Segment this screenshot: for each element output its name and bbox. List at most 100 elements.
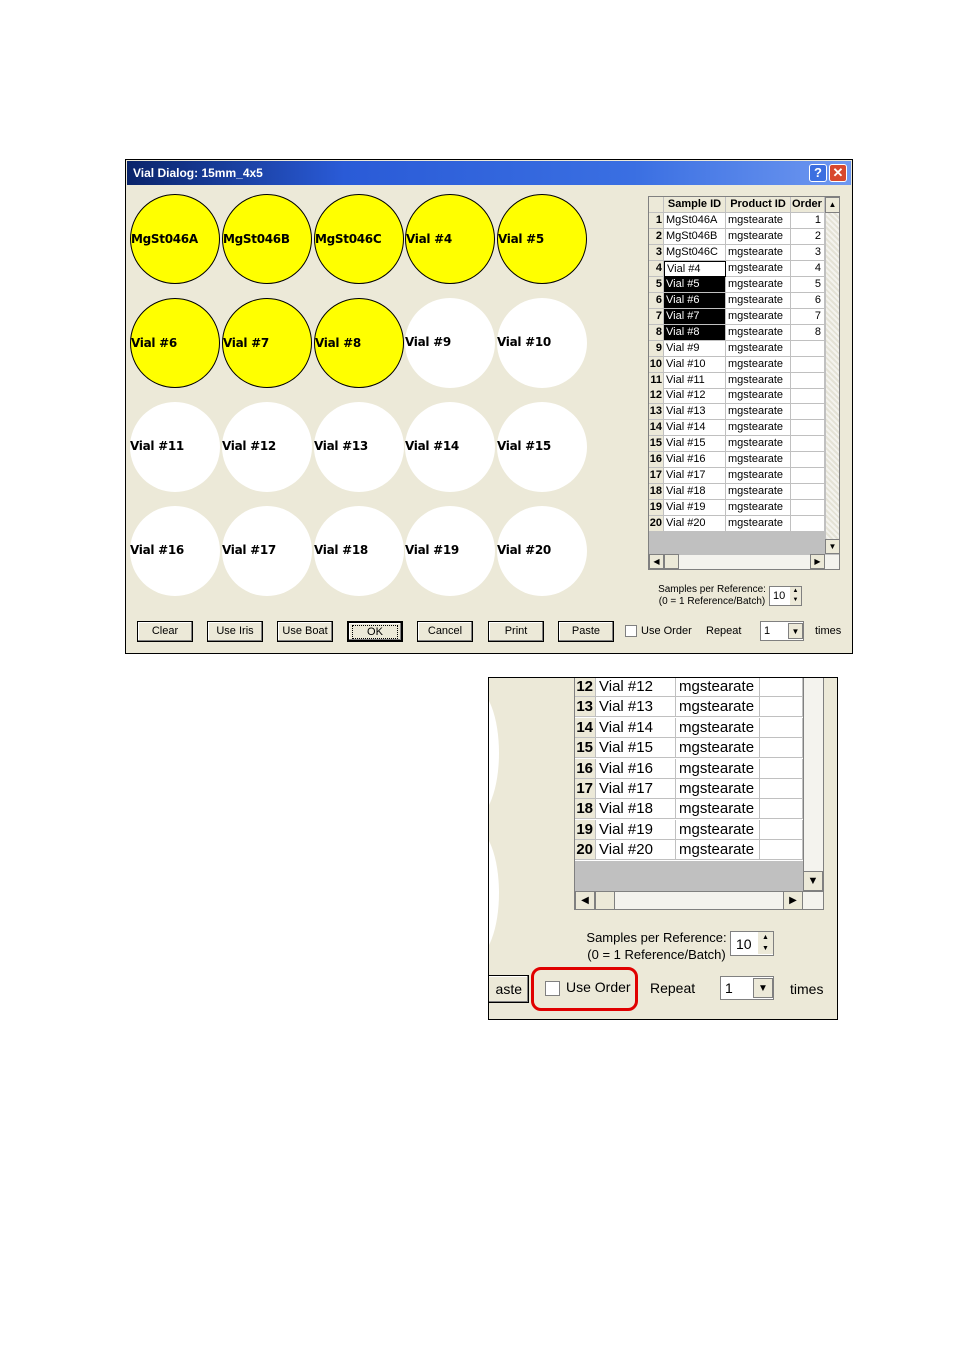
zoom-scroll-thumb[interactable] — [595, 891, 615, 909]
vial[interactable]: Vial #6 — [130, 298, 220, 388]
sample-id-cell[interactable]: Vial #8 — [664, 324, 726, 341]
vial[interactable]: Vial #20 — [497, 506, 587, 596]
scroll-down-arrow-icon[interactable]: ▼ — [825, 539, 839, 554]
order-cell[interactable] — [791, 484, 825, 501]
sample-id-cell[interactable]: MgSt046C — [664, 244, 726, 261]
product-id-cell[interactable]: mgstearate — [726, 340, 791, 357]
use-order-label[interactable]: Use Order — [641, 625, 692, 637]
ok-button[interactable]: OK — [347, 621, 403, 642]
product-id-cell[interactable]: mgstearate — [726, 308, 791, 325]
product-id-cell[interactable]: mgstearate — [726, 516, 791, 533]
zoom-spin-up-icon[interactable]: ▲ — [758, 932, 773, 943]
product-id-cell[interactable]: mgstearate — [726, 356, 791, 373]
repeat-select[interactable]: 1 ▼ — [760, 621, 804, 641]
samples-per-reference-spinner[interactable]: 10 ▲ ▼ — [769, 586, 802, 606]
zoom-sample-id-cell[interactable]: Vial #18 — [596, 799, 676, 820]
order-cell[interactable]: 6 — [791, 292, 825, 309]
use-iris-button[interactable]: Use Iris — [207, 621, 263, 642]
zoom-use-order-label[interactable]: Use Order — [566, 979, 631, 995]
paste-button[interactable]: Paste — [558, 621, 614, 642]
vial[interactable]: Vial #14 — [405, 402, 495, 492]
sample-id-cell[interactable]: Vial #20 — [664, 516, 726, 533]
order-cell[interactable]: 4 — [791, 260, 825, 277]
product-id-cell[interactable]: mgstearate — [726, 260, 791, 277]
zoom-scroll-right-arrow-icon[interactable]: ▶ — [783, 891, 803, 909]
zoom-chevron-down-icon[interactable]: ▼ — [753, 978, 773, 998]
vial[interactable]: Vial #7 — [222, 298, 312, 388]
vial[interactable]: Vial #5 — [497, 194, 587, 284]
sample-id-cell[interactable]: Vial #18 — [664, 484, 726, 501]
sample-id-cell[interactable]: MgSt046B — [664, 228, 726, 245]
zoom-order-cell[interactable] — [760, 678, 803, 697]
sample-id-cell[interactable]: Vial #7 — [664, 308, 726, 325]
help-button[interactable]: ? — [809, 164, 827, 182]
order-cell[interactable]: 1 — [791, 213, 825, 229]
scroll-right-arrow-icon[interactable]: ▶ — [810, 554, 825, 569]
zoom-vertical-scrollbar[interactable] — [803, 678, 823, 892]
zoom-sample-id-cell[interactable]: Vial #12 — [596, 678, 676, 697]
zoom-order-cell[interactable] — [760, 738, 803, 759]
product-id-cell[interactable]: mgstearate — [726, 500, 791, 517]
product-id-cell[interactable]: mgstearate — [726, 372, 791, 389]
zoom-scroll-left-arrow-icon[interactable]: ◀ — [575, 891, 595, 909]
product-id-cell[interactable]: mgstearate — [726, 484, 791, 501]
zoom-use-order-checkbox[interactable] — [545, 981, 560, 996]
cancel-button[interactable]: Cancel — [417, 621, 473, 642]
zoom-grid[interactable]: 12 Vial #12 mgstearate 13 Vial #13 mgstearate… — [574, 678, 824, 910]
sample-id-cell[interactable]: Vial #13 — [664, 404, 726, 421]
order-cell[interactable]: 3 — [791, 244, 825, 261]
order-cell[interactable] — [791, 468, 825, 485]
zoom-spin-down-icon[interactable]: ▼ — [758, 943, 773, 954]
vial[interactable]: Vial #16 — [130, 506, 220, 596]
vial[interactable]: Vial #12 — [222, 402, 312, 492]
order-cell[interactable] — [791, 404, 825, 421]
sample-grid[interactable]: Sample ID Product ID Order ▲ 1 MgSt046A mg… — [648, 196, 840, 570]
order-cell[interactable] — [791, 420, 825, 437]
chevron-down-icon[interactable]: ▼ — [788, 623, 803, 639]
zoom-sample-id-cell[interactable]: Vial #15 — [596, 738, 676, 759]
zoom-repeat-select[interactable]: 1 ▼ — [720, 976, 774, 1000]
product-id-cell[interactable]: mgstearate — [726, 228, 791, 245]
sample-id-cell[interactable]: Vial #4 — [664, 260, 726, 277]
order-cell[interactable]: 2 — [791, 228, 825, 245]
sample-id-cell[interactable]: MgSt046A — [664, 213, 726, 229]
product-id-cell[interactable]: mgstearate — [726, 404, 791, 421]
scroll-thumb[interactable] — [664, 554, 679, 569]
order-cell[interactable] — [791, 436, 825, 453]
zoom-sample-id-cell[interactable]: Vial #19 — [596, 819, 676, 840]
zoom-order-cell[interactable] — [760, 758, 803, 779]
spin-down-icon[interactable]: ▼ — [790, 596, 801, 605]
sample-id-cell[interactable]: Vial #6 — [664, 292, 726, 309]
zoom-order-cell[interactable] — [760, 819, 803, 840]
zoom-product-id-cell[interactable]: mgstearate — [676, 758, 760, 779]
zoom-sample-id-cell[interactable]: Vial #17 — [596, 779, 676, 799]
order-cell[interactable] — [791, 516, 825, 533]
product-id-cell[interactable]: mgstearate — [726, 244, 791, 261]
sample-id-cell[interactable]: Vial #9 — [664, 340, 726, 357]
clear-button[interactable]: Clear — [137, 621, 193, 642]
close-button[interactable]: ✕ — [829, 164, 847, 182]
order-cell[interactable] — [791, 340, 825, 357]
product-id-cell[interactable]: mgstearate — [726, 292, 791, 309]
column-header-sample-id[interactable]: Sample ID — [664, 197, 726, 213]
zoom-order-cell[interactable] — [760, 697, 803, 718]
zoom-product-id-cell[interactable]: mgstearate — [676, 717, 760, 738]
zoom-sample-id-cell[interactable]: Vial #13 — [596, 697, 676, 718]
scroll-left-arrow-icon[interactable]: ◀ — [649, 554, 664, 569]
product-id-cell[interactable]: mgstearate — [726, 468, 791, 485]
zoom-order-cell[interactable] — [760, 840, 803, 861]
zoom-product-id-cell[interactable]: mgstearate — [676, 697, 760, 718]
title-bar[interactable]: Vial Dialog: 15mm_4x5 ? ✕ — [127, 161, 851, 185]
zoom-samples-per-reference-spinner[interactable]: 10 ▲ ▼ — [730, 931, 774, 956]
sample-id-cell[interactable]: Vial #10 — [664, 356, 726, 373]
vial[interactable]: Vial #19 — [405, 506, 495, 596]
zoom-product-id-cell[interactable]: mgstearate — [676, 738, 760, 759]
zoom-product-id-cell[interactable]: mgstearate — [676, 840, 760, 861]
sample-id-cell[interactable]: Vial #17 — [664, 468, 726, 485]
vial[interactable]: Vial #9 — [405, 298, 495, 388]
zoom-paste-button[interactable]: aste — [489, 975, 529, 1003]
order-cell[interactable] — [791, 356, 825, 373]
order-cell[interactable] — [791, 388, 825, 405]
vial[interactable]: MgSt046B — [222, 194, 312, 284]
order-cell[interactable]: 8 — [791, 324, 825, 341]
